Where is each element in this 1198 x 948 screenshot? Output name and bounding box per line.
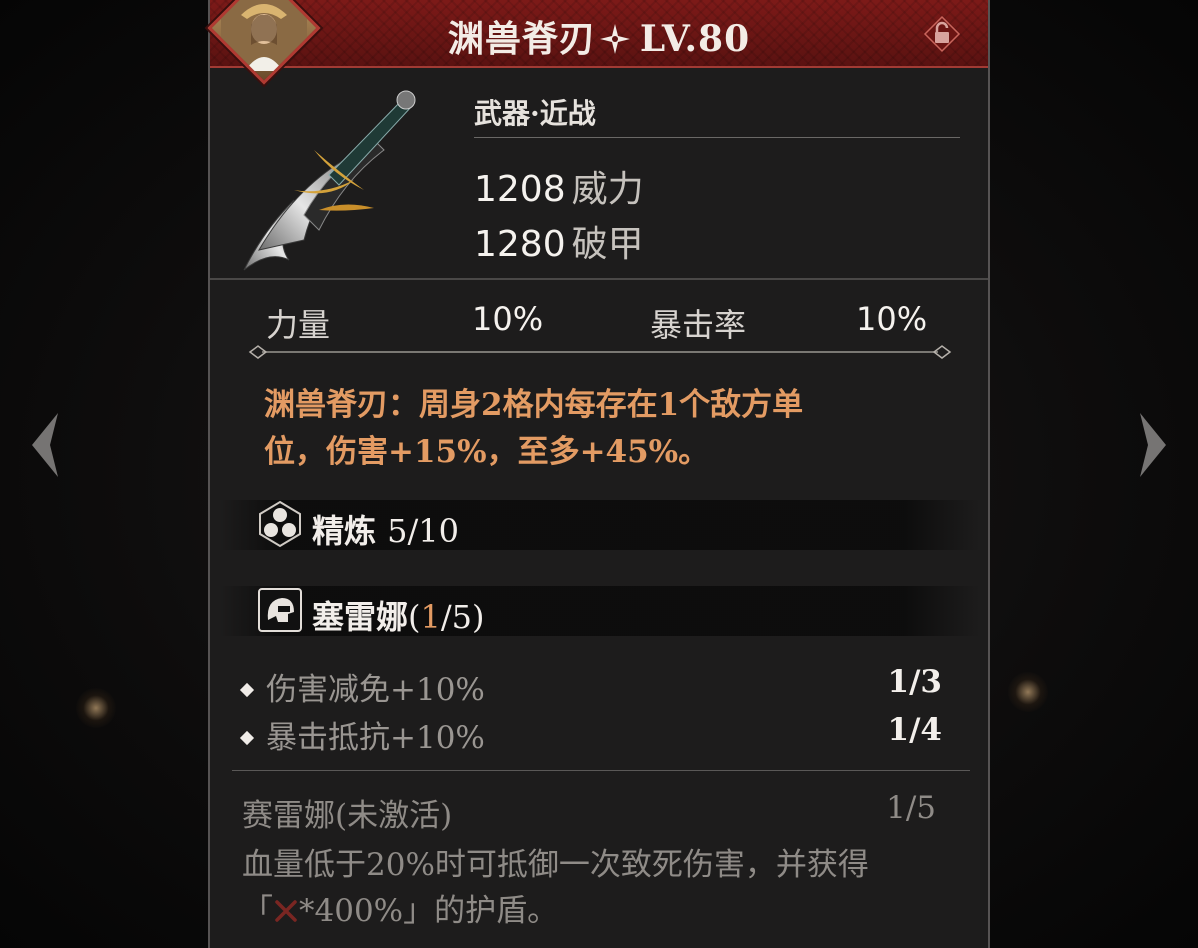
divider [210,278,988,280]
sub-stat-label: 力量 [266,306,331,344]
stat-value: 1280 [474,224,566,265]
set-current: 1 [420,598,441,636]
stat-label: 威力 [571,169,644,210]
ornamental-divider [248,342,952,362]
stat-value: 1208 [474,169,566,210]
effect-line: 渊兽脊刃：周身2格内每存在1个敌方单 [264,387,804,423]
item-level: LV.80 [639,18,751,60]
background-light-right [1008,672,1048,712]
diamond-bullet-icon [239,682,255,698]
bracket-open: 「 [242,893,273,929]
crossed-swords-icon [273,891,299,922]
refine-value: 5/10 [387,512,460,550]
previous-arrow-icon[interactable] [24,405,64,485]
set-bonus-count: 1/4 [887,712,942,748]
set-desc-line: 「 *400%」的护盾。 [242,888,962,934]
set-description: 血量低于20%时可抵御一次致死伤害，并获得 「 *400%」的护盾。 [242,842,962,934]
set-bonus-text: 伤害减免+10% [266,672,485,708]
set-bonus-text: 暴击抵抗+10% [266,720,485,756]
set-bonus-count: 1/3 [887,664,942,700]
sub-stat-value: 10% [472,300,544,338]
title-bar: 渊兽脊刃 LV.80 [210,0,988,68]
item-detail-panel: 渊兽脊刃 LV.80 武器·近战 1208 威力 1280 破甲 力量 10% … [207,0,990,948]
refine-title: 精炼 [312,512,377,550]
set-paren: ( [408,598,421,636]
weapon-image [234,80,434,280]
set-inactive-count: 1/5 [886,790,936,826]
stat-armor-break: 1280 破甲 [474,215,644,267]
set-total: /5) [440,598,485,636]
character-avatar[interactable] [207,0,321,85]
divider [474,137,960,138]
next-arrow-icon[interactable] [1134,405,1174,485]
stat-power: 1208 威力 [474,160,644,212]
stat-label: 破甲 [571,224,644,265]
effect-line: 位，伤害+15%，至多+45%。 [264,434,710,470]
divider [232,770,970,771]
set-bonus-row: 伤害减免+10% 1/3 [239,664,942,709]
sub-stat-label: 暴击率 [650,306,747,344]
shield-text: *400%」的护盾。 [299,893,559,929]
item-category: 武器·近战 [474,97,596,130]
item-name: 渊兽脊刃 [447,18,596,60]
refine-cluster-icon [256,500,304,548]
four-point-star-icon [599,21,630,54]
lock-icon[interactable] [923,15,961,53]
set-inactive-title: 赛雷娜(未激活) [242,798,453,834]
set-name: 塞雷娜 [312,598,409,636]
set-bonus-row: 暴击抵抗+10% 1/4 [239,712,942,757]
set-desc-line: 血量低于20%时可抵御一次致死伤害，并获得 [242,847,869,883]
background-light-left [76,688,116,728]
sub-stat-value: 10% [856,300,928,338]
weapon-effect-text: 渊兽脊刃：周身2格内每存在1个敌方单 位，伤害+15%，至多+45%。 [264,382,934,476]
helmet-icon [256,586,304,634]
set-label: 塞雷娜(1/5) [312,592,484,638]
diamond-bullet-icon [239,730,255,746]
refine-label: 精炼 5/10 [312,506,459,552]
item-title: 渊兽脊刃 LV.80 [210,10,988,62]
